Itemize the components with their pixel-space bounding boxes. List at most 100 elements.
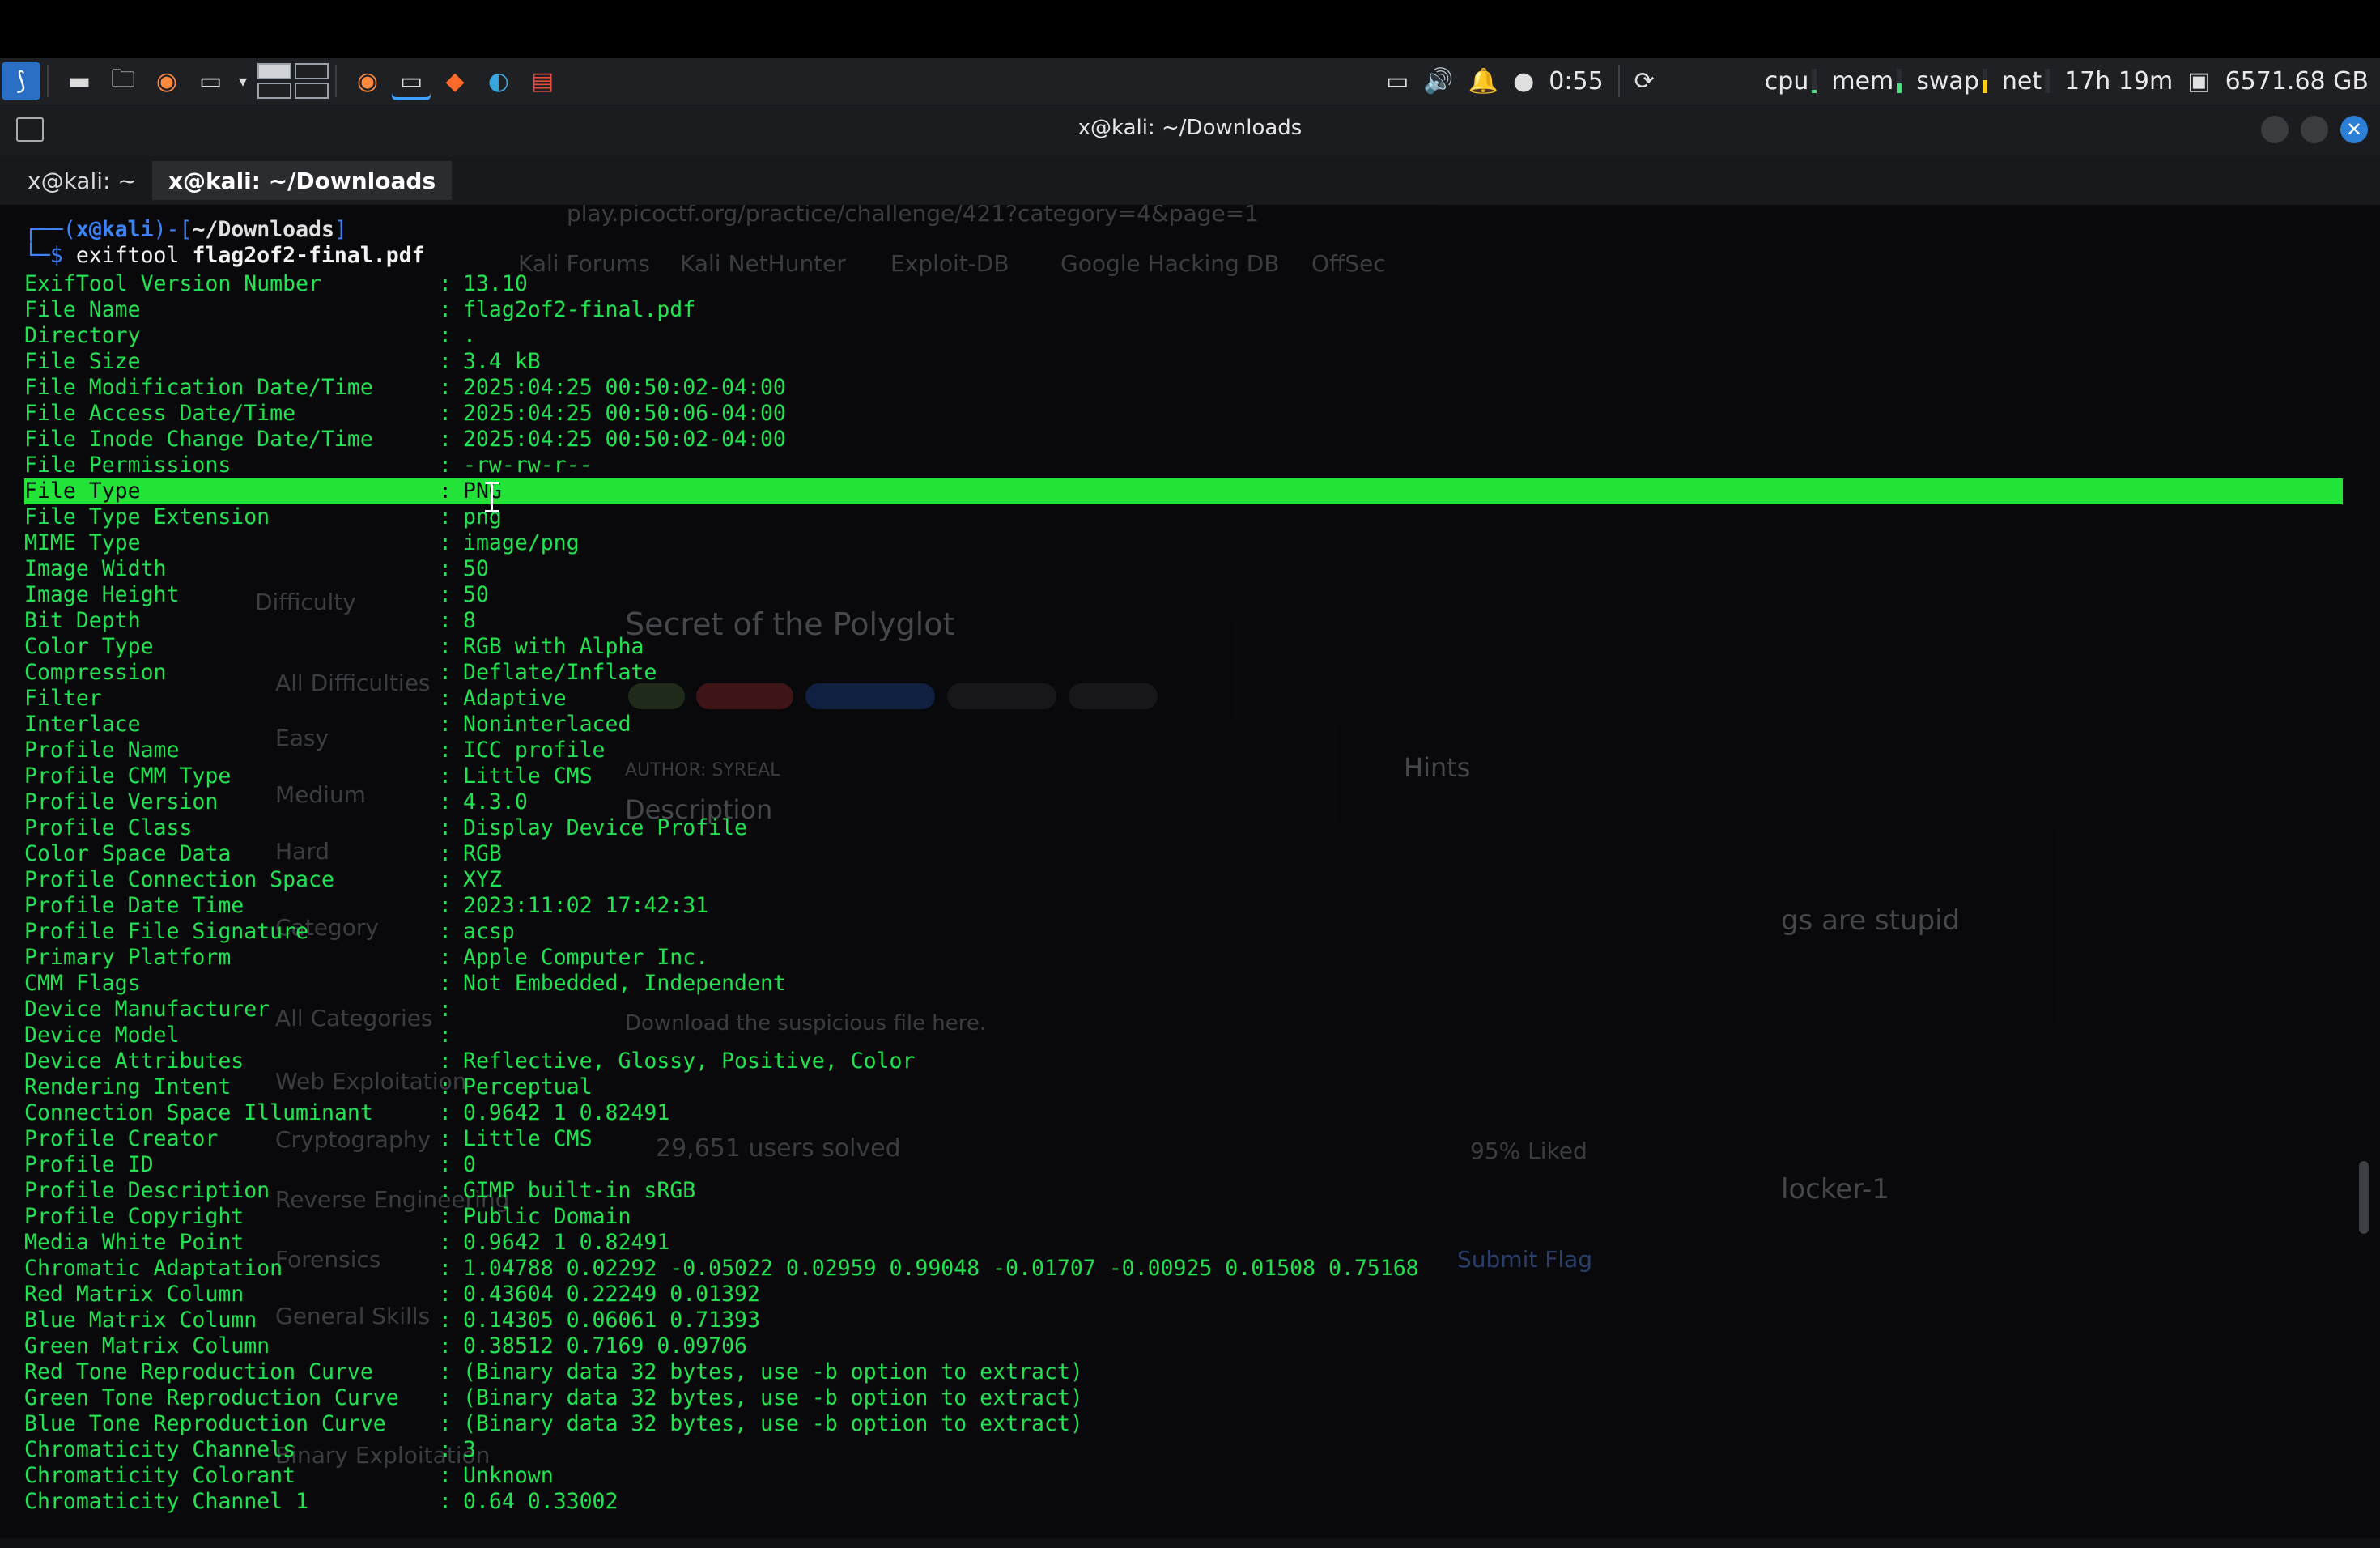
exif-colon: : [439, 608, 452, 633]
exif-key: Profile Creator [24, 1126, 219, 1151]
taskbar-terminal-icon[interactable]: ▭ [392, 62, 431, 100]
exif-colon: : [439, 349, 452, 374]
exif-value: acsp [463, 919, 515, 944]
exif-colon: : [439, 971, 452, 996]
clock[interactable]: 0:55 [1549, 67, 1603, 96]
exif-key: Chromaticity Channels [24, 1437, 296, 1462]
workspace-3[interactable] [257, 83, 291, 99]
exif-colon: : [439, 453, 452, 478]
exif-key: Red Matrix Column [24, 1282, 244, 1307]
exif-value: Little CMS [463, 763, 593, 789]
terminal-scrollbar[interactable] [2359, 1161, 2369, 1234]
tab-downloads[interactable]: x@kali: ~/Downloads [152, 161, 453, 200]
chevron-down-icon[interactable]: ▾ [235, 62, 251, 100]
exif-row: File Type Extension: png [24, 504, 2343, 530]
exif-colon: : [439, 1463, 452, 1488]
notification-bell-icon[interactable]: 🔔 [1468, 67, 1498, 96]
display-icon[interactable]: ▭ [1386, 67, 1409, 96]
net-monitor[interactable]: net [2002, 67, 2051, 96]
exif-colon: : [439, 1411, 452, 1436]
window-titlebar[interactable]: x@kali: ~/Downloads ✕ [0, 104, 2380, 156]
swap-bar [1982, 69, 1987, 93]
taskbar-burp-icon[interactable]: ◆ [436, 62, 474, 100]
exif-value: 3 [463, 1437, 476, 1462]
taskbar-firefox-icon[interactable]: ◉ [348, 62, 387, 100]
file-manager-icon[interactable]: 🗀 [104, 62, 142, 100]
mem-monitor[interactable]: mem [1831, 67, 1902, 96]
exif-row: Image Height:50 [24, 582, 2343, 608]
exif-colon: : [439, 763, 452, 789]
exif-colon: : [439, 634, 452, 659]
exif-row: Profile ID:0 [24, 1152, 2343, 1178]
exif-colon: : [439, 841, 452, 866]
exif-key: File Size [24, 349, 141, 374]
exif-key: File Permissions [24, 453, 232, 478]
exif-colon: : [439, 1437, 452, 1462]
exif-colon: : [439, 1048, 452, 1074]
exif-value: . [463, 323, 476, 348]
exif-value: 3.4 kB [463, 349, 541, 374]
swap-monitor[interactable]: swap [1916, 67, 1987, 96]
close-button[interactable]: ✕ [2340, 116, 2368, 143]
exif-value: 1.04788 0.02292 -0.05022 0.02959 0.99048… [463, 1256, 1419, 1281]
exif-colon: : [439, 1126, 452, 1151]
exif-key: Chromaticity Colorant [24, 1463, 296, 1488]
panel-separator [1617, 65, 1620, 97]
exif-key: MIME Type [24, 530, 141, 555]
taskbar-document-icon[interactable]: ▤ [523, 62, 562, 100]
exif-row: Profile Version:4.3.0 [24, 789, 2343, 815]
exif-key: Profile Connection Space [24, 867, 334, 892]
exif-key: Blue Tone Reproduction Curve [24, 1411, 386, 1436]
exif-row: Device Attributes: Reflective, Glossy, Po… [24, 1048, 2343, 1074]
window-title: x@kali: ~/Downloads [1077, 116, 1303, 140]
workspace-1[interactable] [257, 63, 291, 79]
exif-value: Reflective, Glossy, Positive, Color [463, 1048, 916, 1074]
tab-home[interactable]: x@kali: ~ [11, 161, 153, 200]
exif-row: Profile File Signature: acsp [24, 919, 2343, 945]
exif-colon: : [439, 323, 452, 348]
exif-colon: : [439, 1333, 452, 1359]
exif-colon: : [439, 271, 452, 296]
exif-row: Color Space Data: RGB [24, 841, 2343, 867]
taskbar-browser-icon[interactable]: ◐ [479, 62, 518, 100]
exif-colon: : [439, 660, 452, 685]
exif-value: Adaptive [463, 686, 567, 711]
show-desktop-icon[interactable]: ▬ [60, 62, 99, 100]
minimize-button[interactable] [2261, 116, 2289, 143]
exif-row-highlighted: File Type: PNG [24, 478, 2343, 504]
workspace-4[interactable] [295, 83, 329, 99]
firefox-icon[interactable]: ◉ [147, 62, 186, 100]
power-icon[interactable]: ● [1513, 67, 1534, 96]
terminal-launcher-icon[interactable]: ▭ [191, 62, 230, 100]
exif-row: File Access Date/Time:2025:04:25 00:50:0… [24, 401, 2343, 427]
volume-icon[interactable]: 🔊 [1423, 67, 1453, 96]
exif-key: Profile Description [24, 1178, 270, 1203]
command-name: exiftool [75, 243, 180, 268]
exif-row: Color Type: RGB with Alpha [24, 634, 2343, 660]
kali-menu-icon[interactable]: ⟆ [2, 62, 40, 100]
mem-label: mem [1831, 66, 1894, 96]
exif-key: File Name [24, 297, 141, 322]
exif-value: png [463, 504, 502, 529]
maximize-button[interactable] [2301, 116, 2328, 143]
exif-colon: : [439, 478, 452, 504]
text-cursor [485, 482, 499, 512]
exif-row: Profile CMM Type: Little CMS [24, 763, 2343, 789]
exif-row: Blue Matrix Column:0.14305 0.06061 0.713… [24, 1308, 2343, 1333]
exif-key: Profile Name [24, 738, 180, 763]
exif-value: 0.14305 0.06061 0.71393 [463, 1308, 760, 1333]
refresh-icon[interactable]: ⟳ [1634, 67, 1655, 96]
exif-key: Color Type [24, 634, 154, 659]
exif-value: 0.43604 0.22249 0.01392 [463, 1282, 760, 1307]
workspace-switcher[interactable] [257, 63, 329, 99]
workspace-2[interactable] [295, 63, 329, 79]
exif-value: 8 [463, 608, 476, 633]
exif-key: Bit Depth [24, 608, 141, 633]
exif-row: Chromaticity Channels:3 [24, 1437, 2343, 1463]
exif-value: Public Domain [463, 1204, 631, 1229]
exif-row: Profile Copyright: Public Domain [24, 1204, 2343, 1230]
cpu-monitor[interactable]: cpu [1765, 67, 1817, 96]
exif-key: File Type Extension [24, 504, 270, 529]
exif-colon: : [439, 945, 452, 970]
exif-value: 13.10 [463, 271, 528, 296]
